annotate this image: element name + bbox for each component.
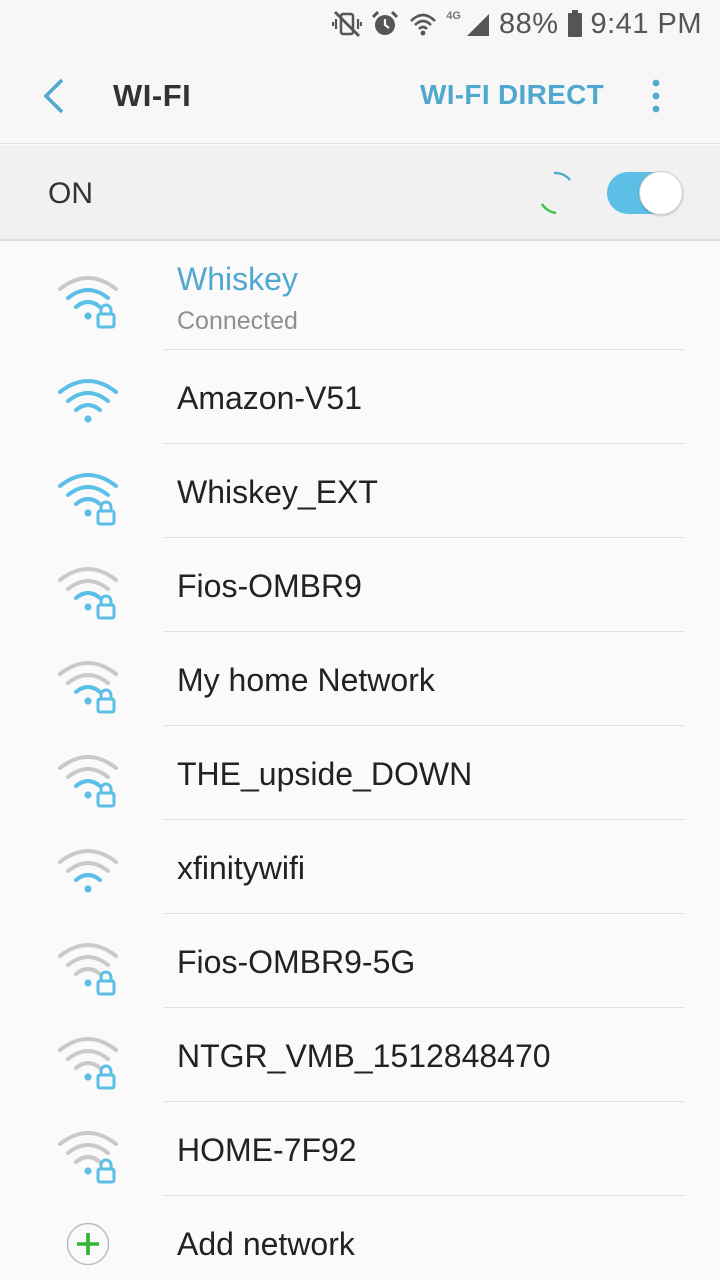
network-row[interactable]: Fios-OMBR9 (0, 538, 720, 632)
wifi-lock-icon (56, 752, 124, 808)
add-network-row[interactable]: Add network (0, 1196, 720, 1280)
network-row[interactable]: NTGR_VMB_1512848470 (0, 1008, 720, 1102)
clock: 9:41 PM (590, 7, 702, 40)
wifi-state-label: ON (48, 177, 93, 210)
alarm-icon (372, 10, 399, 35)
network-row[interactable]: Amazon-V51 (0, 350, 720, 444)
status-bar: 4G 88% 9:41 PM (0, 0, 720, 48)
status-icons: 4G 88% 9:41 PM (332, 4, 702, 44)
network-name: Whiskey (177, 261, 298, 297)
battery-icon (567, 10, 582, 37)
network-row[interactable]: Whiskey Connected (0, 243, 720, 350)
network-name: HOME-7F92 (177, 1132, 357, 1168)
network-row[interactable]: HOME-7F92 (0, 1102, 720, 1196)
wifi-lock-icon (56, 273, 124, 329)
wifi-lock-icon (56, 564, 124, 620)
network-name: My home Network (177, 662, 435, 698)
wifi-toggle-row[interactable]: ON (0, 145, 720, 241)
add-network-label: Add network (177, 1226, 355, 1262)
network-row[interactable]: My home Network (0, 632, 720, 726)
scanning-spinner-icon (540, 171, 571, 215)
signal-icon (466, 14, 489, 36)
network-name: THE_upside_DOWN (177, 756, 473, 792)
wifi-toggle-switch[interactable] (607, 171, 683, 215)
wifi-direct-button[interactable]: WI-FI DIRECT (420, 79, 604, 111)
back-button[interactable] (32, 74, 76, 118)
more-vert-icon (652, 79, 660, 113)
network-list: Whiskey Connected Amazon-V51 Whiskey_EXT Fio… (0, 243, 720, 1280)
vibrate-mute-icon (332, 11, 363, 37)
toggle-knob (639, 171, 683, 215)
network-name: Fios-OMBR9-5G (177, 944, 416, 980)
wifi-lock-icon (56, 658, 124, 714)
network-row[interactable]: Fios-OMBR9-5G (0, 914, 720, 1008)
battery-percent: 88% (498, 7, 559, 40)
network-row[interactable]: Whiskey_EXT (0, 444, 720, 538)
more-options-button[interactable] (642, 76, 670, 116)
page-title: WI-FI (113, 78, 192, 113)
network-name: NTGR_VMB_1512848470 (177, 1038, 551, 1074)
network-row[interactable]: xfinitywifi (0, 820, 720, 914)
wifi-lock-icon (56, 940, 124, 996)
wifi-icon (410, 13, 437, 36)
network-row[interactable]: THE_upside_DOWN (0, 726, 720, 820)
network-status: Connected (177, 307, 298, 335)
wifi-lock-icon (56, 470, 124, 526)
network-name: Whiskey_EXT (177, 474, 378, 510)
network-name: xfinitywifi (177, 850, 306, 886)
wifi-icon (56, 376, 124, 432)
app-bar: WI-FI WI-FI DIRECT (0, 48, 720, 144)
network-type-label: 4G (446, 10, 461, 22)
wifi-icon (56, 846, 124, 902)
add-circle-icon (66, 1222, 110, 1266)
network-name: Amazon-V51 (177, 380, 362, 416)
wifi-lock-icon (56, 1128, 124, 1184)
network-name: Fios-OMBR9 (177, 568, 362, 604)
wifi-lock-icon (56, 1034, 124, 1090)
back-arrow-icon (43, 78, 64, 114)
